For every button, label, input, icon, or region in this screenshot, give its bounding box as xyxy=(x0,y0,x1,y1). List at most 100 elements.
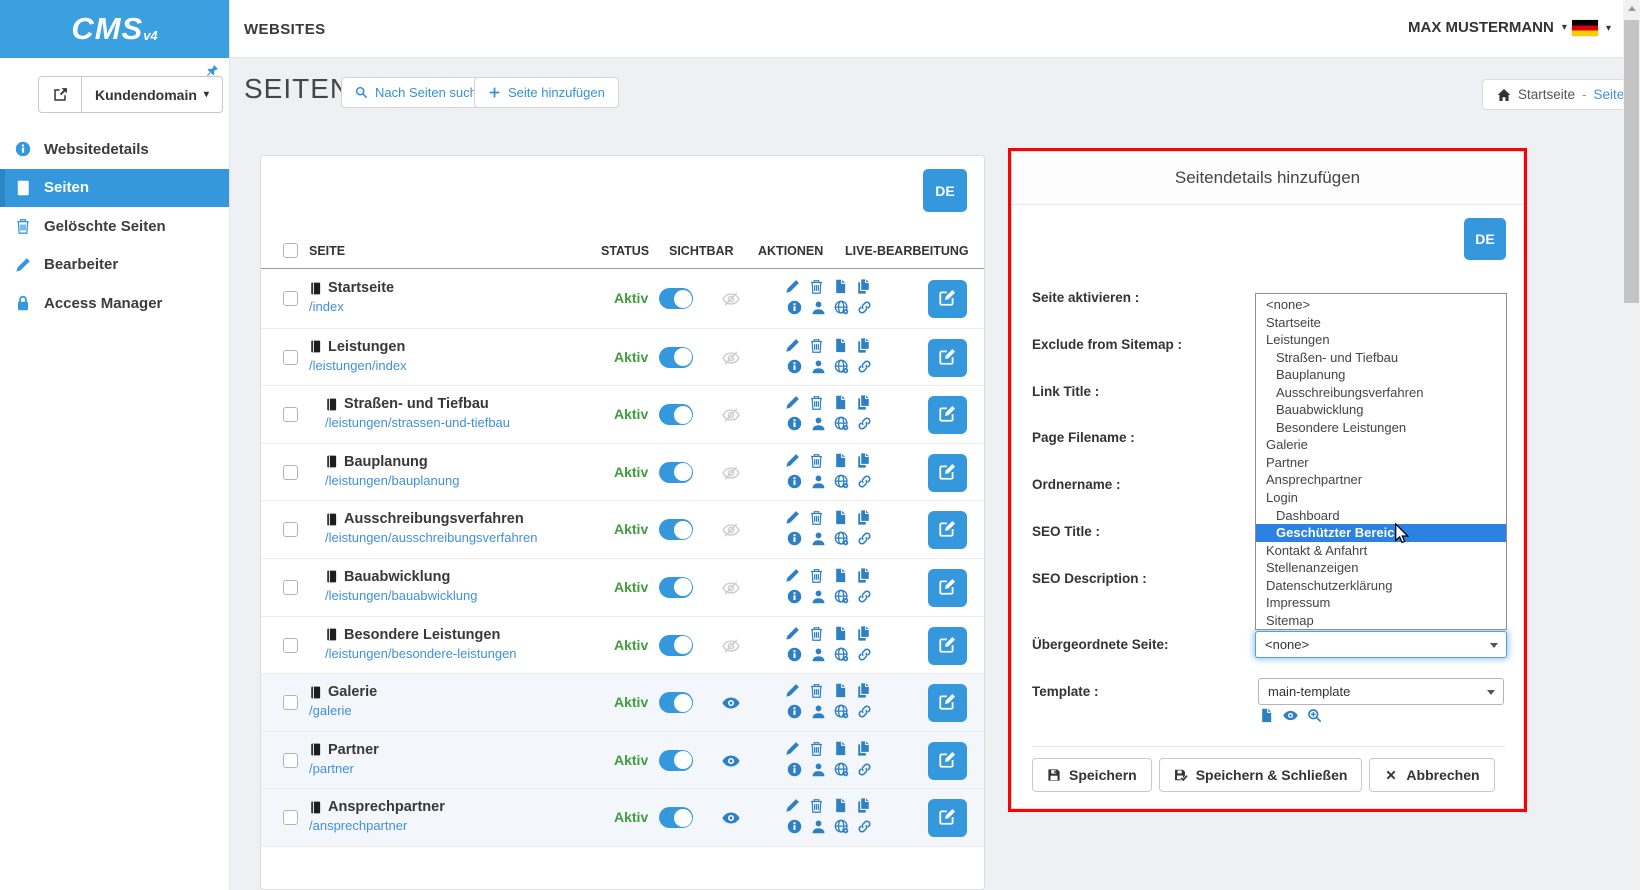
live-edit-button[interactable] xyxy=(928,396,967,434)
duplicate-page-icon[interactable] xyxy=(856,279,871,294)
globe-settings-icon[interactable] xyxy=(834,762,849,777)
row-checkbox[interactable] xyxy=(283,465,298,480)
user-icon[interactable] xyxy=(811,647,826,662)
link-icon[interactable] xyxy=(857,474,872,489)
info-icon[interactable] xyxy=(787,416,802,431)
delete-icon[interactable] xyxy=(809,395,824,410)
dropdown-option-impressum[interactable]: Impressum xyxy=(1256,594,1506,612)
delete-icon[interactable] xyxy=(809,741,824,756)
copy-page-icon[interactable] xyxy=(833,568,848,583)
user-menu[interactable]: MAX MUSTERMANN▾ xyxy=(1408,19,1567,36)
dropdown-option-datenschutzerkl-rung[interactable]: Datenschutzerklärung xyxy=(1256,577,1506,595)
duplicate-page-icon[interactable] xyxy=(856,568,871,583)
duplicate-page-icon[interactable] xyxy=(856,510,871,525)
link-icon[interactable] xyxy=(857,531,872,546)
dropdown-option-startseite[interactable]: Startseite xyxy=(1256,314,1506,332)
row-checkbox[interactable] xyxy=(283,810,298,825)
scrollbar-thumb[interactable] xyxy=(1624,20,1639,303)
live-edit-button[interactable] xyxy=(928,799,967,837)
delete-icon[interactable] xyxy=(809,338,824,353)
edit-icon[interactable] xyxy=(785,626,800,641)
live-edit-button[interactable] xyxy=(928,454,967,492)
dropdown-option-none[interactable]: <none> xyxy=(1256,296,1506,314)
user-icon[interactable] xyxy=(811,589,826,604)
copy-page-icon[interactable] xyxy=(833,279,848,294)
speichern-button[interactable]: Speichern xyxy=(1032,758,1152,792)
live-edit-button[interactable] xyxy=(928,511,967,549)
delete-icon[interactable] xyxy=(809,568,824,583)
edit-icon[interactable] xyxy=(785,568,800,583)
globe-settings-icon[interactable] xyxy=(834,416,849,431)
status-toggle[interactable] xyxy=(659,635,693,656)
globe-settings-icon[interactable] xyxy=(834,474,849,489)
link-icon[interactable] xyxy=(857,704,872,719)
page-path-link[interactable]: /leistungen/bauplanung xyxy=(325,473,459,488)
row-checkbox[interactable] xyxy=(283,407,298,422)
dropdown-option-bauabwicklung[interactable]: Bauabwicklung xyxy=(1256,401,1506,419)
user-icon[interactable] xyxy=(811,416,826,431)
page-path-link[interactable]: /galerie xyxy=(309,703,377,718)
copy-page-icon[interactable] xyxy=(833,741,848,756)
info-icon[interactable] xyxy=(787,647,802,662)
row-checkbox[interactable] xyxy=(283,695,298,710)
dropdown-option-stellenanzeigen[interactable]: Stellenanzeigen xyxy=(1256,559,1506,577)
user-icon[interactable] xyxy=(811,762,826,777)
duplicate-page-icon[interactable] xyxy=(856,798,871,813)
copy-page-icon[interactable] xyxy=(833,798,848,813)
user-icon[interactable] xyxy=(811,300,826,315)
dropdown-option-kontakt-anfahrt[interactable]: Kontakt & Anfahrt xyxy=(1256,542,1506,560)
domain-dropdown-button[interactable]: Kundendomain▾ xyxy=(82,76,223,113)
row-checkbox[interactable] xyxy=(283,753,298,768)
page-path-link[interactable]: /ansprechpartner xyxy=(309,818,445,833)
language-menu[interactable]: ▾ xyxy=(1572,20,1611,36)
delete-icon[interactable] xyxy=(809,453,824,468)
page-path-link[interactable]: /leistungen/ausschreibungsverfahren xyxy=(325,530,537,545)
link-icon[interactable] xyxy=(857,300,872,315)
copy-page-icon[interactable] xyxy=(833,510,848,525)
template-select[interactable]: main-template xyxy=(1258,678,1504,705)
copy-page-icon[interactable] xyxy=(833,395,848,410)
dropdown-option-dashboard[interactable]: Dashboard xyxy=(1256,507,1506,525)
row-checkbox[interactable] xyxy=(283,580,298,595)
duplicate-page-icon[interactable] xyxy=(856,683,871,698)
link-icon[interactable] xyxy=(857,819,872,834)
live-edit-button[interactable] xyxy=(928,684,967,722)
delete-icon[interactable] xyxy=(809,510,824,525)
user-icon[interactable] xyxy=(811,531,826,546)
status-toggle[interactable] xyxy=(659,347,693,368)
dropdown-option-leistungen[interactable]: Leistungen xyxy=(1256,331,1506,349)
page-path-link[interactable]: /partner xyxy=(309,761,379,776)
copy-page-icon[interactable] xyxy=(833,683,848,698)
sidebar-item-bearbeiter[interactable]: Bearbeiter xyxy=(0,246,229,285)
copy-page-icon[interactable] xyxy=(833,626,848,641)
scrollbar-up-arrow[interactable] xyxy=(1623,0,1640,17)
page-path-link[interactable]: /index xyxy=(309,299,394,314)
link-icon[interactable] xyxy=(857,762,872,777)
sidebar-item-access-manager[interactable]: Access Manager xyxy=(0,284,229,323)
open-site-button[interactable] xyxy=(38,76,82,113)
sidebar-item-seiten[interactable]: Seiten xyxy=(0,169,229,208)
status-toggle[interactable] xyxy=(659,404,693,425)
dropdown-option-stra-en-und-tiefbau[interactable]: Straßen- und Tiefbau xyxy=(1256,349,1506,367)
add-page-button[interactable]: Seite hinzufügen xyxy=(474,77,619,108)
delete-icon[interactable] xyxy=(809,626,824,641)
table-language-button[interactable]: DE xyxy=(923,169,967,212)
globe-settings-icon[interactable] xyxy=(834,647,849,662)
dropdown-option-gesch-tzter-bereich[interactable]: Geschützter Bereich xyxy=(1256,524,1506,542)
edit-icon[interactable] xyxy=(785,798,800,813)
live-edit-button[interactable] xyxy=(928,569,967,607)
sidebar-item-websitedetails[interactable]: Websitedetails xyxy=(0,130,229,169)
edit-icon[interactable] xyxy=(785,510,800,525)
globe-settings-icon[interactable] xyxy=(834,704,849,719)
dropdown-option-besondere-leistungen[interactable]: Besondere Leistungen xyxy=(1256,419,1506,437)
user-icon[interactable] xyxy=(811,704,826,719)
info-icon[interactable] xyxy=(787,359,802,374)
delete-icon[interactable] xyxy=(809,798,824,813)
copy-page-icon[interactable] xyxy=(833,453,848,468)
info-icon[interactable] xyxy=(787,531,802,546)
dropdown-option-ansprechpartner[interactable]: Ansprechpartner xyxy=(1256,471,1506,489)
row-checkbox[interactable] xyxy=(283,291,298,306)
row-checkbox[interactable] xyxy=(283,350,298,365)
info-icon[interactable] xyxy=(787,762,802,777)
breadcrumb-home-link[interactable]: Startseite xyxy=(1518,87,1575,102)
